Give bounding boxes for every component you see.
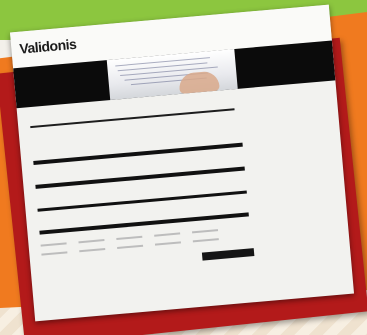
option-placeholder[interactable] xyxy=(117,244,144,249)
option-placeholder[interactable] xyxy=(192,238,219,242)
form-row-4-field[interactable] xyxy=(39,212,249,235)
option-placeholder[interactable] xyxy=(154,232,181,237)
submit-button[interactable] xyxy=(201,248,255,261)
option-placeholder[interactable] xyxy=(40,242,67,247)
top-navigation xyxy=(115,31,165,35)
printed-webpage: Validonis xyxy=(9,4,355,322)
form-row-1-field[interactable] xyxy=(33,142,243,165)
intro-paragraph xyxy=(31,112,245,131)
option-placeholder[interactable] xyxy=(78,239,105,243)
form-row-2-field[interactable] xyxy=(35,166,245,189)
note-line xyxy=(115,57,210,67)
option-placeholder[interactable] xyxy=(154,241,181,246)
option-placeholder[interactable] xyxy=(41,251,68,256)
option-placeholder[interactable] xyxy=(79,248,106,252)
form-row-3-field[interactable] xyxy=(37,190,247,212)
option-placeholder[interactable] xyxy=(191,229,219,233)
option-placeholder[interactable] xyxy=(116,235,143,240)
heading-underline xyxy=(30,108,235,129)
site-logo: Validonis xyxy=(18,35,77,57)
